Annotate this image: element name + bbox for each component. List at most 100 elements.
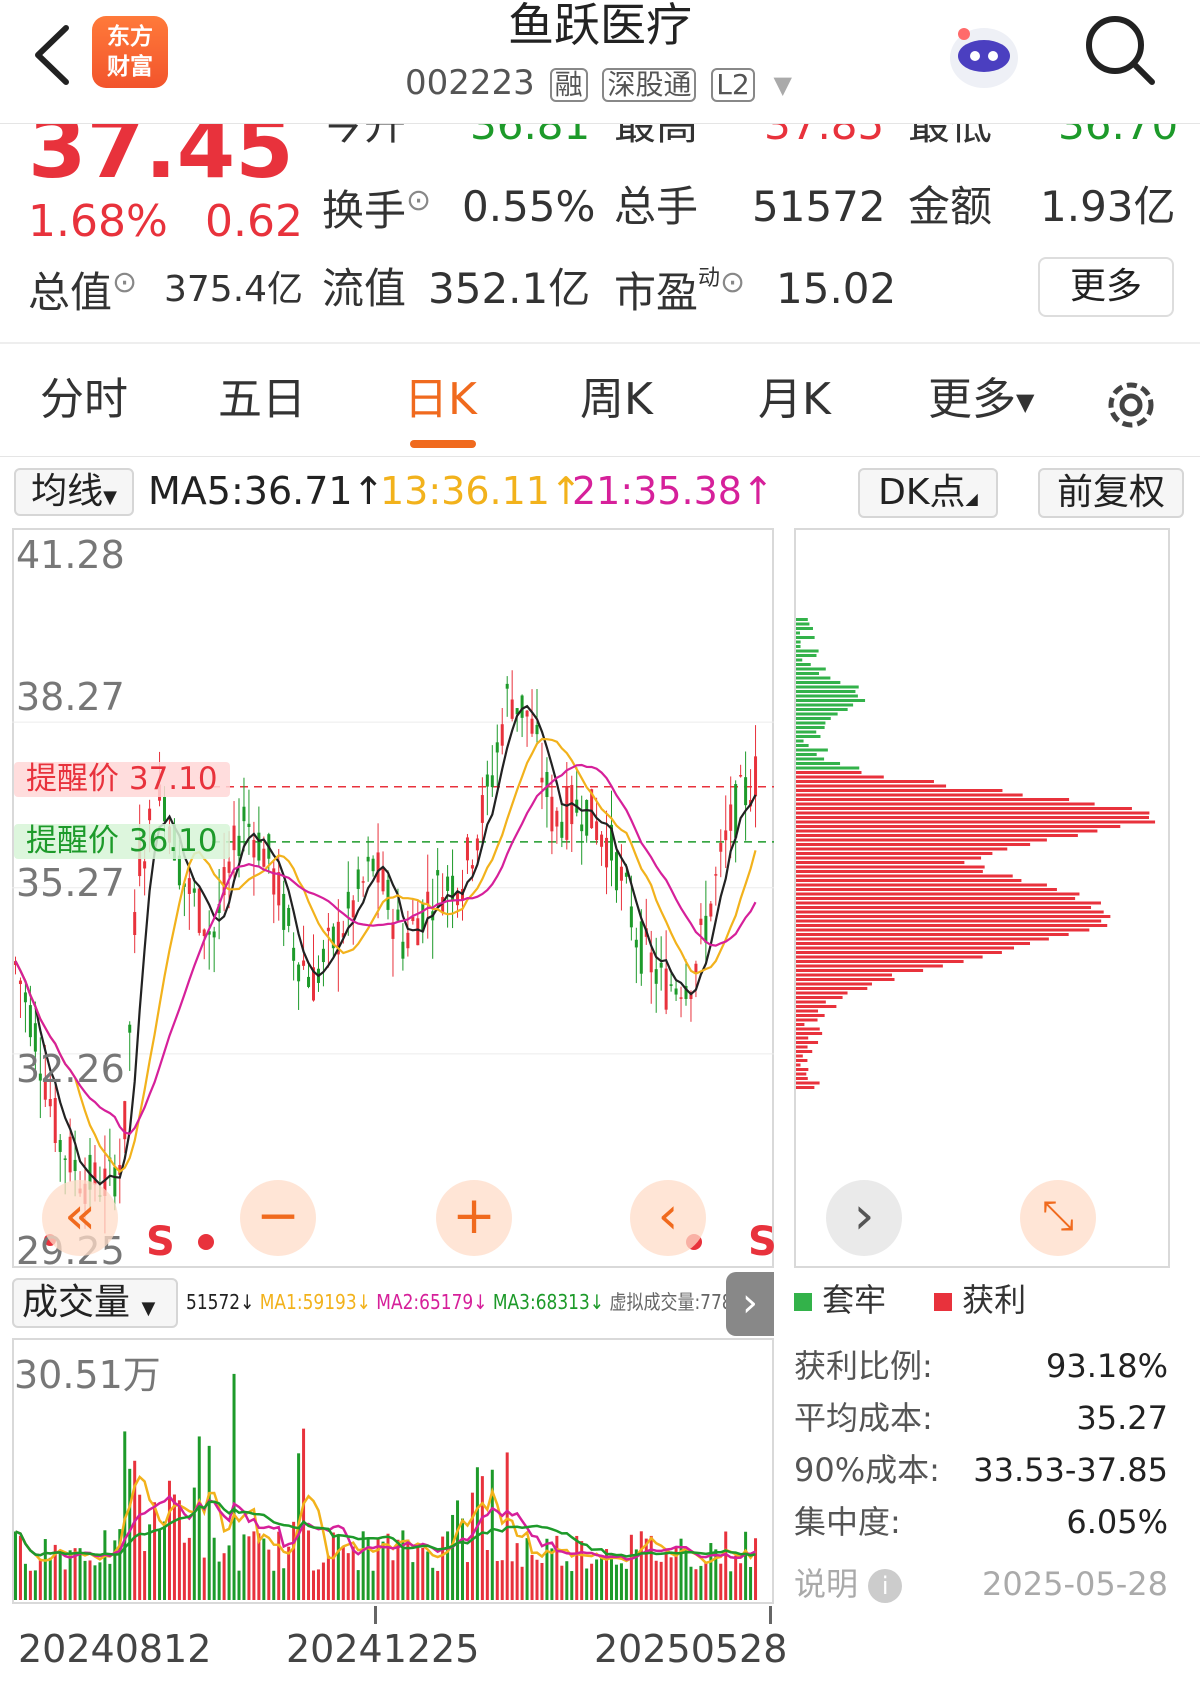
candle-body: [361, 881, 365, 883]
sell-marker: S: [748, 1219, 777, 1265]
volume-ma1: MA1:59193↓: [259, 1290, 371, 1314]
concentration-value: 6.05%: [1066, 1503, 1168, 1541]
volume-bar: [371, 1570, 375, 1600]
candle-body: [401, 941, 405, 959]
candle-body: [28, 1005, 32, 1038]
alert-price-high[interactable]: 提醒价 37.10: [14, 762, 230, 797]
legend-trapped: 套牢: [794, 1284, 886, 1316]
volume-expand-button[interactable]: ›: [726, 1272, 774, 1336]
volume-bar: [600, 1556, 604, 1600]
chip-bar: [796, 1041, 819, 1044]
volume-bar: [316, 1569, 320, 1600]
candle-body: [475, 838, 479, 851]
tab-intraday[interactable]: 分时: [40, 378, 128, 422]
chip-bar: [796, 640, 801, 644]
volume-ma3: MA3:68313↓: [492, 1290, 605, 1314]
stock-name: 鱼跃医疗: [508, 0, 692, 52]
prev-button[interactable]: ‹: [630, 1180, 706, 1256]
candle-body: [113, 1167, 117, 1197]
total-cap-label: 总值⊙: [28, 268, 137, 314]
search-button[interactable]: [1080, 10, 1160, 90]
candle-body: [192, 888, 196, 893]
next-button[interactable]: ›: [826, 1180, 902, 1256]
info-icon[interactable]: ⊙: [720, 265, 745, 300]
volume-bar: [555, 1535, 559, 1600]
volume-bar: [619, 1563, 623, 1600]
dropdown-icon[interactable]: ▼: [774, 73, 792, 97]
chip-bar: [796, 730, 817, 734]
tab-weekly-k[interactable]: 周K: [580, 378, 653, 422]
chip-bar: [796, 924, 1108, 927]
chip-bar: [796, 789, 1003, 792]
candle-body: [212, 931, 216, 938]
chip-bar: [796, 874, 1013, 878]
info-icon[interactable]: ⊙: [406, 183, 431, 218]
candle-body: [346, 891, 350, 909]
chip-bar: [796, 685, 859, 689]
tab-monthly-k[interactable]: 月K: [758, 378, 831, 422]
candle-body: [386, 879, 390, 910]
candle-body: [470, 865, 474, 869]
volume-bar: [470, 1492, 474, 1600]
tab-five-day[interactable]: 五日: [218, 378, 306, 422]
scroll-left-button[interactable]: «: [42, 1180, 118, 1256]
logo-text-bottom: 财富: [107, 54, 153, 80]
chip-bar: [796, 690, 856, 693]
chevron-left-icon: [35, 25, 69, 85]
zoom-in-button[interactable]: +: [436, 1180, 512, 1256]
candle-body: [297, 964, 301, 982]
chip-bar: [796, 928, 1090, 932]
indicator-selector[interactable]: 均线▼: [14, 468, 134, 516]
volume-bar: [292, 1521, 296, 1600]
info-icon[interactable]: ⊙: [112, 265, 137, 300]
tab-daily-k[interactable]: 日K: [404, 378, 477, 422]
volume-selector[interactable]: 成交量 ▼: [12, 1278, 178, 1328]
alert-value: 37.10: [128, 761, 218, 797]
candle-body: [510, 699, 514, 719]
adjust-button[interactable]: 前复权: [1038, 468, 1184, 518]
volume-bar: [381, 1541, 385, 1600]
candle-body: [163, 796, 166, 822]
volume-bar: [63, 1569, 67, 1600]
dk-point-button[interactable]: DK点◢: [858, 468, 998, 518]
amount-value: 1.93亿: [1040, 182, 1176, 231]
zoom-out-button[interactable]: −: [240, 1180, 316, 1256]
candle-body: [580, 824, 584, 832]
chip-bar: [796, 825, 1121, 828]
volume-bar: [361, 1531, 365, 1600]
alert-price-low[interactable]: 提醒价 36.10: [14, 824, 230, 859]
tag-level2: L2: [711, 68, 755, 102]
explain-label: 说明: [794, 1565, 859, 1603]
volume-bar: [614, 1564, 618, 1600]
tab-more[interactable]: 更多▼: [928, 378, 1034, 422]
chip-bar: [796, 919, 1102, 923]
chip-bar: [796, 942, 1031, 945]
volume-bar: [148, 1524, 152, 1600]
price-axis-label: 38.27: [16, 675, 125, 719]
expand-button[interactable]: ⤡: [1020, 1180, 1096, 1256]
candle-body: [48, 1099, 52, 1107]
chip-bar: [796, 937, 1049, 941]
back-button[interactable]: [28, 20, 78, 90]
kline-chart[interactable]: [12, 528, 774, 1268]
chip-bar: [796, 775, 884, 779]
chip-bar: [796, 1032, 823, 1035]
volume-bar: [659, 1561, 663, 1600]
volume-bar: [495, 1561, 499, 1600]
volume-bar: [500, 1560, 504, 1600]
candle-body: [356, 869, 360, 889]
profit-swatch: [934, 1293, 952, 1311]
volume-bar: [446, 1531, 450, 1600]
more-button[interactable]: 更多: [1038, 257, 1174, 317]
volume-axis-max: 30.51万: [14, 1353, 161, 1397]
candle-body: [550, 796, 554, 832]
robot-assistant-icon[interactable]: [942, 12, 1026, 96]
volume-bar: [580, 1541, 584, 1600]
ma-line: [14, 737, 757, 1174]
volume-bar: [33, 1570, 37, 1600]
chip-bar: [796, 1014, 825, 1017]
settings-button[interactable]: [1100, 374, 1162, 436]
explain-link[interactable]: 说明 i: [794, 1565, 903, 1603]
volume-bar: [158, 1529, 162, 1600]
float-cap-value: 352.1亿: [428, 264, 591, 313]
